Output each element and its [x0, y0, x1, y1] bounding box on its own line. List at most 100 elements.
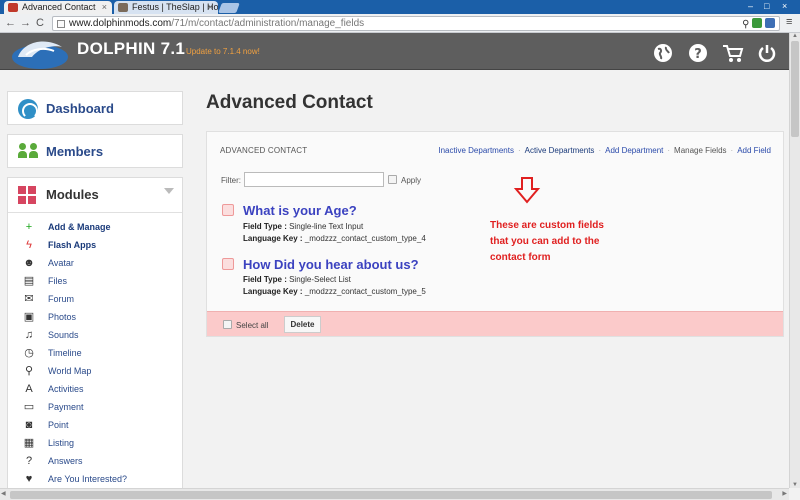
sidebar-modules-label[interactable]: Modules — [46, 187, 99, 202]
sidebar-module-label: Forum — [48, 294, 75, 304]
sidebar-item-dashboard[interactable]: Dashboard — [7, 91, 183, 125]
search-icon[interactable]: ⚲ — [742, 19, 749, 30]
panel-link[interactable]: Manage Fields — [674, 146, 726, 155]
filter-input[interactable] — [244, 172, 384, 187]
vertical-scrollbar[interactable]: ▲ ▼ — [789, 33, 800, 488]
sidebar-module-item[interactable]: ? Answers — [23, 454, 183, 470]
browser-toolbar: ← → C www.dolphinmods.com/71/m/contact/a… — [0, 14, 800, 33]
language-key-value: _modzzz_contact_custom_type_5 — [304, 287, 426, 296]
address-bar[interactable]: www.dolphinmods.com/71/m/contact/adminis… — [52, 16, 780, 31]
answers-icon: ? — [25, 455, 33, 467]
sidebar-module-item[interactable]: ϟ Flash Apps — [23, 238, 183, 254]
tab-close-icon[interactable]: × — [208, 1, 213, 14]
avatar-icon: ☻ — [23, 257, 35, 269]
scroll-up-icon[interactable]: ▲ — [792, 33, 798, 39]
minimize-window-icon[interactable]: – — [748, 0, 753, 12]
sidebar-module-item[interactable]: ▭ Payment — [23, 400, 183, 416]
sidebar-module-label: Answers — [48, 456, 83, 466]
tab-close-icon[interactable]: × — [102, 1, 107, 14]
field-title[interactable]: What is your Age? — [243, 203, 357, 218]
sidebar-module-item[interactable]: ▤ Files — [23, 274, 183, 290]
sidebar-module-item[interactable]: ▣ Photos — [23, 310, 183, 326]
field-type-label: Field Type : — [243, 275, 287, 284]
scroll-left-icon[interactable]: ◀ — [1, 490, 6, 497]
close-window-icon[interactable]: × — [782, 0, 787, 12]
scroll-right-icon[interactable]: ▶ — [782, 490, 787, 497]
back-arrow-icon[interactable]: ← — [5, 16, 16, 30]
dolphin-logo-icon[interactable] — [10, 35, 70, 69]
callout-line: that you can add to the — [490, 236, 600, 247]
sidebar-module-item[interactable]: ◷ Timeline — [23, 346, 183, 362]
cart-icon[interactable] — [722, 43, 744, 63]
field-checkbox[interactable] — [222, 204, 234, 216]
sidebar-module-item[interactable]: ☻ Avatar — [23, 256, 183, 272]
chevron-down-icon[interactable] — [164, 188, 174, 194]
reload-icon[interactable]: C — [36, 16, 44, 30]
sidebar-module-label: Add & Manage — [48, 222, 111, 232]
callout-line: These are custom fields — [490, 220, 604, 231]
extension-blue-icon[interactable] — [765, 18, 775, 28]
select-all-checkbox[interactable] — [223, 320, 232, 329]
field-type-value: Single-Select List — [289, 275, 351, 284]
extension-green-icon[interactable] — [752, 18, 763, 28]
power-icon[interactable] — [757, 43, 777, 63]
field-title[interactable]: How Did you hear about us? — [243, 257, 419, 272]
tab-advanced-contact[interactable]: Advanced Contact × — [4, 1, 112, 14]
sidebar-item-label: Members — [46, 144, 104, 159]
apply-label: Apply — [401, 176, 422, 185]
sidebar-module-item[interactable]: A Activities — [23, 382, 183, 398]
forward-arrow-icon[interactable]: → — [20, 16, 31, 30]
sidebar-module-label: Point — [48, 420, 69, 430]
arrow-down-icon — [513, 177, 541, 204]
members-icon — [18, 143, 40, 161]
sidebar-item-members[interactable]: Members — [7, 134, 183, 168]
site-favicon-icon — [118, 3, 128, 12]
field-type: Field Type : Single-line Text Input — [243, 222, 363, 231]
new-tab-button[interactable] — [218, 3, 240, 13]
sidebar-module-item[interactable]: + Add & Manage — [23, 220, 183, 236]
delete-button[interactable]: Delete — [284, 316, 321, 333]
maximize-window-icon[interactable]: □ — [764, 0, 769, 12]
world-map-icon: ⚲ — [24, 365, 34, 377]
horizontal-scrollbar[interactable]: ◀ ▶ — [0, 488, 789, 500]
panel-link[interactable]: Add Department — [605, 146, 663, 155]
panel-link[interactable]: Inactive Departments — [438, 146, 514, 155]
sidebar-module-label: Listing — [48, 438, 75, 448]
field-type: Field Type : Single-Select List — [243, 275, 351, 284]
apply-checkbox[interactable] — [388, 175, 397, 184]
update-link[interactable]: Update to 7.1.4 now! — [186, 47, 260, 56]
brand-name[interactable]: DOLPHIN 7.1 — [77, 39, 185, 59]
sidebar-module-item[interactable]: ♥ Are You Interested? — [23, 472, 183, 488]
sidebar-module-label: Sounds — [48, 330, 79, 340]
panel-link[interactable]: Active Departments — [525, 146, 595, 155]
scroll-down-icon[interactable]: ▼ — [792, 482, 798, 488]
field-checkbox[interactable] — [222, 258, 234, 270]
globe-icon[interactable] — [653, 43, 673, 63]
modules-icon — [18, 186, 36, 204]
language-key-label: Language Key : — [243, 287, 303, 296]
plus-icon: + — [25, 221, 33, 233]
dashboard-icon — [18, 99, 38, 119]
sidebar-module-item[interactable]: ⚲ World Map — [23, 364, 183, 380]
browser-tab-bar: Advanced Contact × Festus | TheSlap | Ho… — [0, 0, 800, 14]
sidebar-module-label: Flash Apps — [48, 240, 97, 250]
language-key-label: Language Key : — [243, 234, 303, 243]
panel-link[interactable]: Add Field — [737, 146, 771, 155]
sidebar-module-label: Activities — [48, 384, 84, 394]
files-icon: ▤ — [23, 275, 35, 287]
sidebar-module-item[interactable]: ▦ Listing — [23, 436, 183, 452]
extension-icons: ⚲ — [742, 18, 775, 31]
sidebar-module-item[interactable]: ✉ Forum — [23, 292, 183, 308]
sidebar-module-item[interactable]: ♫ Sounds — [23, 328, 183, 344]
tab-festus[interactable]: Festus | TheSlap | Ho × — [114, 1, 218, 14]
help-icon[interactable]: ? — [688, 43, 708, 63]
panel-title: ADVANCED CONTACT — [220, 146, 308, 155]
browser-menu-icon[interactable]: ≡ — [786, 16, 792, 28]
scrollbar-thumb[interactable] — [10, 491, 772, 499]
scrollbar-thumb[interactable] — [791, 41, 799, 137]
sidebar-module-item[interactable]: ◙ Point — [23, 418, 183, 434]
sidebar-module-label: Payment — [48, 402, 84, 412]
page-icon — [57, 20, 65, 28]
sidebar-module-label: Files — [48, 276, 68, 286]
activities-icon: A — [25, 383, 33, 395]
